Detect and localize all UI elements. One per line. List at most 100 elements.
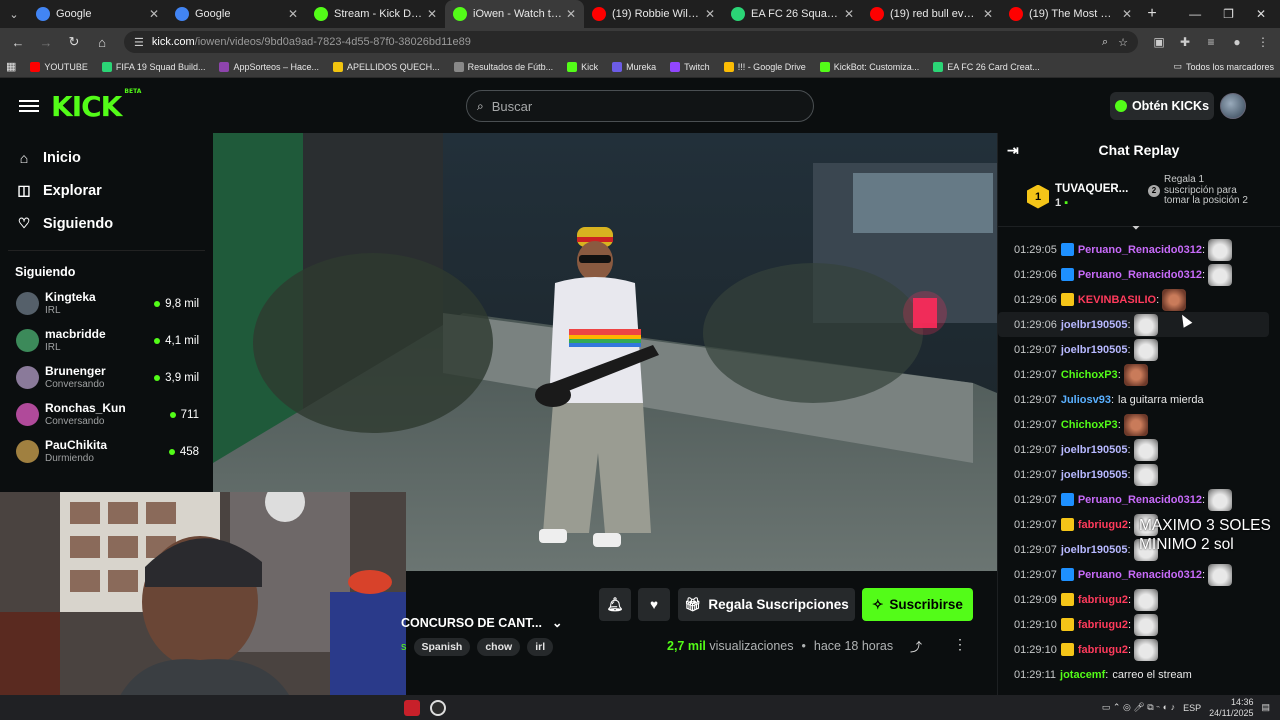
tag-spanish[interactable]: Spanish xyxy=(413,638,471,656)
followed-channel[interactable]: Brunenger Conversando 3,9 mil xyxy=(0,359,213,396)
close-tab-icon[interactable]: ✕ xyxy=(427,7,437,21)
chat-message[interactable]: 01:29:05 Peruano_Renacido0312: xyxy=(998,237,1280,262)
chat-message[interactable]: 01:29:07 joelbr190505: xyxy=(998,437,1280,462)
reload-icon[interactable]: ↻ xyxy=(62,34,86,50)
message-username[interactable]: joelbr190505 xyxy=(1061,319,1128,331)
message-username[interactable]: ChichoxP3 xyxy=(1061,369,1118,381)
browser-tab[interactable]: Stream - Kick Dashboard ✕ xyxy=(306,0,445,28)
close-tab-icon[interactable]: ✕ xyxy=(149,7,159,21)
chat-message[interactable]: 01:29:06 KEVINBASILIO: xyxy=(998,287,1280,312)
message-username[interactable]: joelbr190505 xyxy=(1061,469,1128,481)
followed-channel[interactable]: Ronchas_Kun Conversando 711 xyxy=(0,396,213,433)
followed-channel[interactable]: PauChikita Durmiendo 458 xyxy=(0,433,213,470)
bookmark-item[interactable]: YOUTUBE xyxy=(30,61,88,72)
browser-tab[interactable]: (19) Robbie Williams - Fee ✕ xyxy=(584,0,723,28)
chat-message[interactable]: 01:29:11 jotacemf: carreo el stream xyxy=(998,662,1280,687)
bookmark-item[interactable]: Resultados de Fútb... xyxy=(453,61,553,72)
message-username[interactable]: KEVINBASILIO xyxy=(1078,294,1156,306)
home-icon[interactable]: ⌂ xyxy=(90,35,114,50)
message-username[interactable]: ChichoxP3 xyxy=(1061,419,1118,431)
bookmark-item[interactable]: FIFA 19 Squad Build... xyxy=(101,61,205,72)
get-kicks-button[interactable]: Obtén KICKs xyxy=(1110,92,1214,120)
nav-siguiendo[interactable]: ♡ Siguiendo xyxy=(0,207,213,240)
message-username[interactable]: jotacemf xyxy=(1060,669,1105,681)
chat-message[interactable]: 01:29:07 ChichoxP3: xyxy=(998,412,1280,437)
extension-icon[interactable]: ▣ xyxy=(1148,35,1170,49)
notification-bell-button[interactable]: 🔔︎ xyxy=(599,588,631,621)
message-username[interactable]: fabriugu2 xyxy=(1078,644,1128,656)
tag-irl[interactable]: irl xyxy=(527,638,554,656)
bookmark-item[interactable]: APELLIDOS QUECH... xyxy=(333,61,440,72)
chat-message[interactable]: 01:29:07 Peruano_Renacido0312: xyxy=(998,487,1280,512)
share-icon[interactable]: ⤴ xyxy=(910,638,922,655)
browser-tab[interactable]: iOwen - Watch the VO ✕ xyxy=(445,0,584,28)
kick-logo[interactable]: KICK BETA xyxy=(51,88,141,123)
hamburger-menu-icon[interactable] xyxy=(19,100,39,112)
chat-message[interactable]: 01:29:10 fabriugu2: xyxy=(998,612,1280,637)
close-tab-icon[interactable]: ✕ xyxy=(566,7,576,21)
chat-message[interactable]: 01:29:07 joelbr190505: xyxy=(998,462,1280,487)
media-icon[interactable]: ≡ xyxy=(1200,35,1222,49)
tray-icons[interactable]: ▭ ⌃ ◎ 🎤︎ ⧉ ⌁ ◐ ♪ xyxy=(1102,702,1175,713)
chat-message[interactable]: 01:29:07 Juliosv93: la guitarra mierda xyxy=(998,387,1280,412)
chat-message[interactable]: 01:29:07 joelbr190505: xyxy=(998,337,1280,362)
browser-tab[interactable]: EA FC 26 Squad Builder | ✕ xyxy=(723,0,862,28)
bookmark-item[interactable]: EA FC 26 Card Creat... xyxy=(933,61,1040,72)
bookmark-item[interactable]: Kick xyxy=(567,61,598,72)
chat-message[interactable]: 01:29:07 ChichoxP3: xyxy=(998,362,1280,387)
nav-explorar[interactable]: ◫ Explorar xyxy=(0,174,213,207)
menu-icon[interactable]: ⋮ xyxy=(1252,35,1274,49)
message-username[interactable]: joelbr190505 xyxy=(1061,444,1128,456)
chat-message[interactable]: 01:29:06 joelbr190505: xyxy=(998,312,1269,337)
message-username[interactable]: Peruano_Renacido0312 xyxy=(1078,569,1202,581)
bookmark-item[interactable]: AppSorteos – Hace... xyxy=(219,61,319,72)
forward-icon[interactable]: → xyxy=(34,35,58,50)
close-tab-icon[interactable]: ✕ xyxy=(705,7,715,21)
followed-channel[interactable]: Kingteka IRL 9,8 mil xyxy=(0,285,213,322)
bookmark-item[interactable]: KickBot: Customiza... xyxy=(819,61,919,72)
close-tab-icon[interactable]: ✕ xyxy=(844,7,854,21)
user-avatar[interactable] xyxy=(1220,93,1246,119)
chevron-down-icon[interactable]: ⌄ xyxy=(552,615,562,630)
message-username[interactable]: Juliosv93 xyxy=(1061,394,1111,406)
all-bookmarks[interactable]: ▭ Todos los marcadores xyxy=(1173,61,1274,72)
chat-message[interactable]: 01:29:10 fabriugu2: xyxy=(998,637,1280,662)
site-info-icon[interactable]: ☰ xyxy=(134,36,144,49)
back-icon[interactable]: ← xyxy=(6,35,30,50)
bookmark-item[interactable]: Mureka xyxy=(612,61,656,72)
new-tab-button[interactable]: + xyxy=(1140,5,1164,23)
minimize-icon[interactable]: — xyxy=(1189,7,1201,21)
collapse-chat-icon[interactable]: ⇥ xyxy=(1007,142,1019,159)
chat-message[interactable]: 01:29:09 fabriugu2: xyxy=(998,587,1280,612)
follow-heart-button[interactable]: ♥ xyxy=(638,588,670,621)
message-username[interactable]: Peruano_Renacido0312 xyxy=(1078,244,1202,256)
nav-inicio[interactable]: ⌂ Inicio xyxy=(0,141,213,174)
bookmark-item[interactable]: !!! - Google Drive xyxy=(723,61,806,72)
zoom-icon[interactable]: ⌕ xyxy=(1102,36,1108,49)
bookmark-star-icon[interactable]: ☆ xyxy=(1118,36,1128,49)
chat-message[interactable]: 01:29:07 Peruano_Renacido0312: xyxy=(998,562,1280,587)
browser-tab[interactable]: Google ✕ xyxy=(167,0,306,28)
app-red-icon[interactable] xyxy=(404,699,420,716)
url-field[interactable]: ☰ kick.com/iowen/videos/9bd0a9ad-7823-4d… xyxy=(124,31,1138,53)
close-tab-icon[interactable]: ✕ xyxy=(288,7,298,21)
browser-tab[interactable]: (19) red bull everest - You ✕ xyxy=(862,0,1001,28)
message-username[interactable]: Peruano_Renacido0312 xyxy=(1078,494,1202,506)
message-username[interactable]: fabriugu2 xyxy=(1078,619,1128,631)
message-username[interactable]: Peruano_Renacido0312 xyxy=(1078,269,1202,281)
tab-search-icon[interactable]: ⌄ xyxy=(0,0,28,28)
apps-icon[interactable]: ▦ xyxy=(6,60,16,73)
followed-channel[interactable]: macbridde IRL 4,1 mil xyxy=(0,322,213,359)
chat-message[interactable]: 01:29:06 Peruano_Renacido0312: xyxy=(998,262,1280,287)
leader-entry[interactable]: TUVAQUER... 1 ▪ xyxy=(1055,182,1128,210)
gift-subs-button[interactable]: 🎁︎ Regala Suscripciones xyxy=(678,588,855,621)
message-username[interactable]: joelbr190505 xyxy=(1061,544,1128,556)
search-input[interactable]: ⌕ Buscar xyxy=(466,90,814,122)
puzzle-icon[interactable]: ✚ xyxy=(1174,35,1196,49)
bookmark-item[interactable]: Twitch xyxy=(670,61,710,72)
expand-pinned-icon[interactable]: ⏷ xyxy=(1132,223,1140,234)
close-tab-icon[interactable]: ✕ xyxy=(983,7,993,21)
message-username[interactable]: fabriugu2 xyxy=(1078,594,1128,606)
browser-tab[interactable]: Google ✕ xyxy=(28,0,167,28)
restore-icon[interactable]: ❐ xyxy=(1223,7,1234,21)
